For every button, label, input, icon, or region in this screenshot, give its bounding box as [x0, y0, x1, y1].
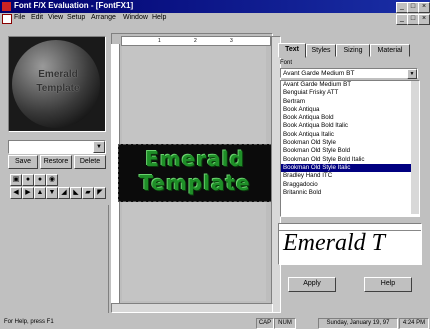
menu-file[interactable]: File: [14, 14, 25, 21]
menu-setup[interactable]: Setup: [67, 14, 85, 21]
app-icon[interactable]: [2, 2, 11, 11]
globe-tool-icon[interactable]: ●: [22, 174, 34, 186]
document-icon[interactable]: [2, 14, 12, 24]
horizontal-ruler: 1 2 3: [121, 36, 271, 46]
close-button[interactable]: ×: [418, 2, 430, 13]
arrow-right-tool-icon[interactable]: ▶: [22, 187, 34, 199]
style-preview[interactable]: Emerald Template: [8, 36, 106, 132]
window-title: Font F/X Evaluation - [FontFX1]: [14, 1, 134, 10]
left-panel-area: [4, 205, 109, 313]
arrow-left-tool-icon[interactable]: ◀: [10, 187, 22, 199]
extrude-tool-icon[interactable]: ◣: [70, 187, 82, 199]
arrow-down-tool-icon[interactable]: ▼: [46, 187, 58, 199]
status-bar: For Help, press F1 CAP NUM Sunday, Janua…: [0, 317, 430, 329]
ruler-tick-1: 1: [158, 38, 161, 44]
canvas-text-line-1: Emerald: [145, 147, 245, 171]
menu-help[interactable]: Help: [152, 14, 166, 21]
font-list-item[interactable]: Book Antiqua Bold: [281, 114, 419, 122]
tab-sizing[interactable]: Sizing: [336, 44, 370, 57]
menu-arrange[interactable]: Arrange: [91, 14, 116, 21]
font-list-item[interactable]: Bookman Old Style: [281, 139, 419, 147]
font-list-item[interactable]: Bookman Old Style Bold: [281, 147, 419, 155]
arrow-up-tool-icon[interactable]: ▲: [34, 187, 46, 199]
chevron-down-icon[interactable]: ▼: [93, 141, 105, 153]
property-tabs: Text Styles Sizing Material: [276, 43, 426, 58]
restore-button[interactable]: Restore: [40, 155, 72, 169]
text-object[interactable]: Emerald Template: [118, 144, 272, 202]
ring-tool-icon[interactable]: ◉: [46, 174, 58, 186]
font-list-item[interactable]: Britannic Bold: [281, 189, 419, 197]
font-label: Font: [280, 60, 293, 66]
preview-text-line-1: Emerald: [38, 69, 78, 80]
font-list-item[interactable]: Benguiat Frisky ATT: [281, 89, 419, 97]
status-cap: CAP: [256, 318, 274, 329]
menu-view[interactable]: View: [48, 14, 63, 21]
font-list-item[interactable]: Avant Garde Medium BT: [281, 81, 419, 89]
style-dropdown[interactable]: ▼: [8, 140, 106, 154]
tab-text[interactable]: Text: [278, 43, 306, 58]
delete-button[interactable]: Delete: [74, 155, 106, 169]
child-close-button[interactable]: ×: [418, 14, 430, 25]
help-button[interactable]: Help: [364, 277, 412, 292]
apply-button[interactable]: Apply: [288, 277, 336, 292]
sphere-tool-icon[interactable]: ●: [34, 174, 46, 186]
font-list-item[interactable]: Book Antiqua Italic: [281, 131, 419, 139]
font-list-item[interactable]: Book Antiqua Bold Italic: [281, 122, 419, 130]
preview-text-line-2: Template: [36, 83, 80, 94]
tab-styles[interactable]: Styles: [306, 44, 336, 57]
sample-text: Emerald T: [283, 230, 385, 256]
chevron-down-icon[interactable]: ▼: [407, 69, 417, 79]
font-list-scrollbar[interactable]: [411, 81, 419, 214]
font-list-item[interactable]: Bookman Old Style Bold Italic: [281, 156, 419, 164]
font-list-item[interactable]: Bradley Hand ITC: [281, 172, 419, 180]
font-list-item[interactable]: Braggadocio: [281, 181, 419, 189]
status-time: 4:24 PM: [399, 318, 429, 329]
canvas-text-line-2: Template: [139, 171, 251, 195]
menu-window[interactable]: Window: [123, 14, 148, 21]
menu-bar: File Edit View Setup Arrange Window Help…: [0, 13, 430, 25]
image-tool-icon[interactable]: ▣: [10, 174, 22, 186]
font-list[interactable]: Avant Garde Medium BT Benguiat Frisky ATT…: [280, 80, 420, 217]
tab-material[interactable]: Material: [370, 44, 410, 57]
menu-edit[interactable]: Edit: [31, 14, 43, 21]
ruler-tick-2: 2: [194, 38, 197, 44]
bevel-tool-icon[interactable]: ◢: [58, 187, 70, 199]
font-combo-value: Avant Garde Medium BT: [283, 70, 355, 77]
ruler-tick-3: 3: [230, 38, 233, 44]
font-combo[interactable]: Avant Garde Medium BT ▼: [280, 68, 418, 79]
app-window: Font F/X Evaluation - [FontFX1] _ □ × Fi…: [0, 0, 430, 329]
status-help-text: For Help, press F1: [4, 319, 54, 325]
canvas-horizontal-scrollbar[interactable]: [111, 303, 273, 313]
font-list-item[interactable]: Bertram: [281, 98, 419, 106]
font-sample: Emerald T: [278, 223, 422, 265]
title-bar[interactable]: Font F/X Evaluation - [FontFX1] _ □ ×: [0, 0, 430, 13]
wave-tool-icon[interactable]: ◤: [94, 187, 106, 199]
status-date: Sunday, January 19, 97: [318, 318, 398, 329]
font-list-item[interactable]: Bookman Old Style Italic: [281, 163, 419, 173]
font-list-item[interactable]: Book Antiqua: [281, 106, 419, 114]
shadow-tool-icon[interactable]: ▰: [82, 187, 94, 199]
status-num: NUM: [274, 318, 296, 329]
save-button[interactable]: Save: [8, 155, 38, 169]
